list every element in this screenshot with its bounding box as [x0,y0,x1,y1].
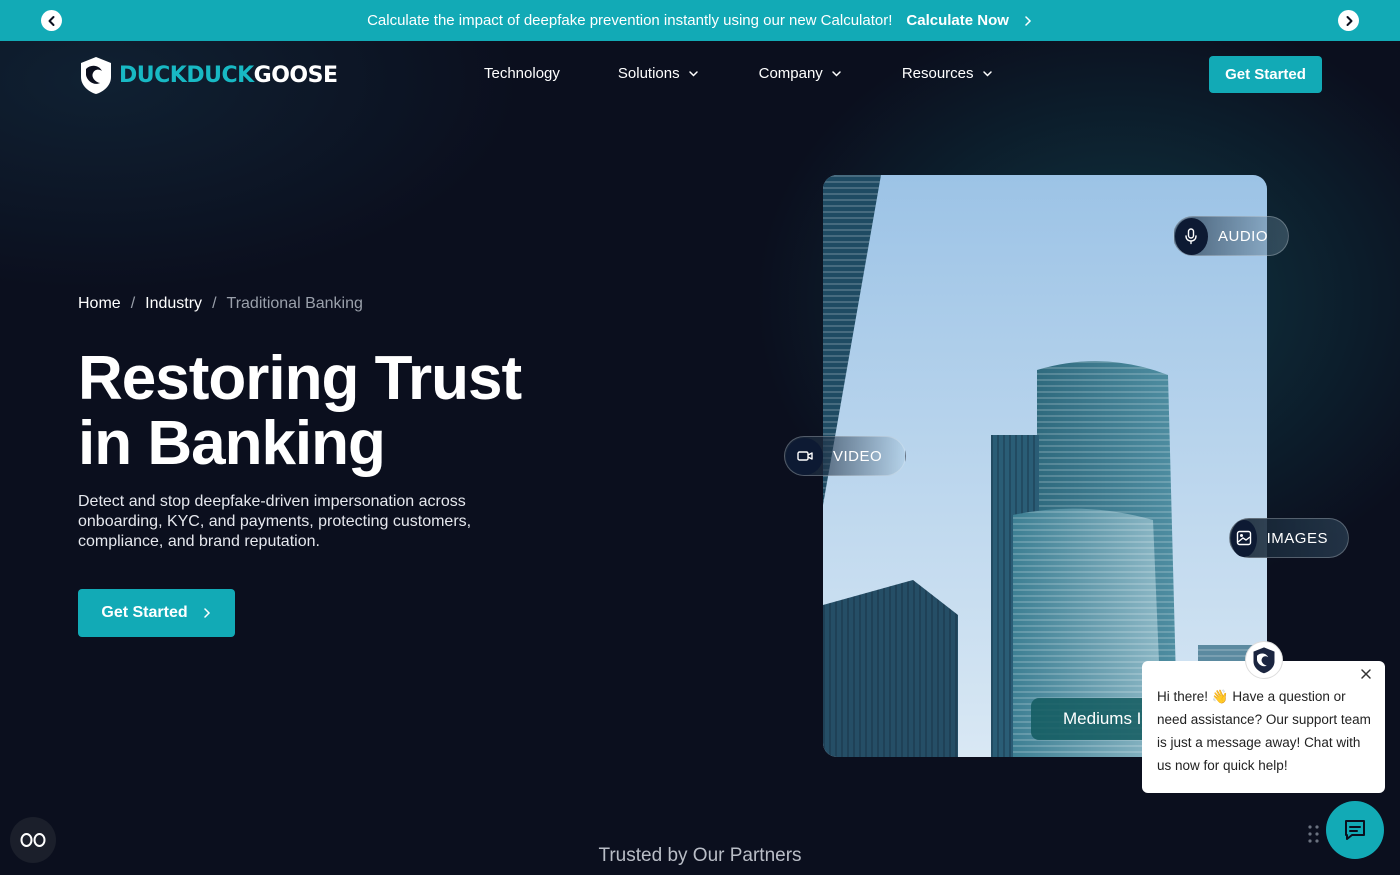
chevron-down-icon [688,71,698,77]
logo-part1: DUCKDUCK [119,62,254,88]
nav-company-label: Company [758,65,823,82]
chevron-right-icon [203,608,210,618]
drag-handle-icon[interactable] [1307,823,1321,845]
nav-technology[interactable]: Technology [484,65,560,82]
announcement-next-button[interactable] [1338,10,1359,31]
nav-company[interactable]: Company [759,65,842,82]
video-badge: VIDEO [784,436,906,476]
chevron-right-icon [1025,15,1031,26]
nav-resources-label: Resources [901,65,974,82]
audio-badge: AUDIO [1173,216,1289,256]
site-logo[interactable]: DUCKDUCKGOOSE [77,55,338,95]
chat-message: Hi there! 👋 Have a question or need assi… [1157,689,1371,773]
nav-technology-label: Technology [484,65,560,82]
breadcrumb: Home / Industry / Traditional Banking [78,295,363,313]
goose-logo-icon [81,57,111,94]
video-camera-icon [786,437,823,475]
chevron-right-icon [1346,15,1352,26]
breadcrumb-industry[interactable]: Industry [145,295,202,313]
trusted-partners-heading: Trusted by Our Partners [598,845,802,866]
images-label: IMAGES [1266,529,1328,547]
chat-popup[interactable]: Hi there! 👋 Have a question or need assi… [1142,661,1385,793]
header-get-started-button[interactable]: Get Started [1209,56,1322,93]
hero-get-started-label: Get Started [101,604,188,621]
breadcrumb-current: Traditional Banking [226,295,363,312]
announcement-message: Calculate the impact of deepfake prevent… [367,12,893,29]
nav-solutions-label: Solutions [617,65,680,82]
audio-label: AUDIO [1217,227,1268,245]
breadcrumb-separator: / [130,295,136,312]
chevron-down-icon [832,71,841,77]
chat-avatar [1245,641,1283,679]
hero-title-line1: Restoring Trust [78,344,522,413]
nav-links: Technology Solutions Company Resources [484,65,993,82]
main-nav: DUCKDUCKGOOSE Technology Solutions Compa… [0,41,1400,109]
nav-solutions[interactable]: Solutions [618,65,699,82]
hero-title-line2: in Banking [78,409,386,478]
hero-get-started-button[interactable]: Get Started [78,589,235,637]
logo-wordmark: DUCKDUCKGOOSE [119,62,338,88]
calculate-now-label: Calculate Now [906,12,1009,29]
announcement-prev-button[interactable] [41,10,62,31]
chevron-left-icon [48,15,54,26]
chevron-down-icon [982,71,992,77]
logo-part2: GOOSE [253,62,338,88]
breadcrumb-separator: / [212,295,217,312]
nav-resources[interactable]: Resources [902,65,993,82]
chat-bubble-icon [1345,820,1365,840]
calculate-now-link[interactable]: Calculate Now [906,12,1033,29]
goose-logo-icon [1253,647,1275,674]
breadcrumb-home[interactable]: Home [78,295,121,313]
announcement-bar: Calculate the impact of deepfake prevent… [0,0,1400,41]
image-icon [1231,519,1257,557]
video-label: VIDEO [833,447,883,465]
hero-description: Detect and stop deepfake-driven imperson… [78,493,472,550]
microphone-icon [1175,217,1208,255]
images-badge: IMAGES [1229,518,1349,558]
close-icon[interactable] [1359,667,1373,681]
hero-title: Restoring Trust in Banking [78,346,598,476]
